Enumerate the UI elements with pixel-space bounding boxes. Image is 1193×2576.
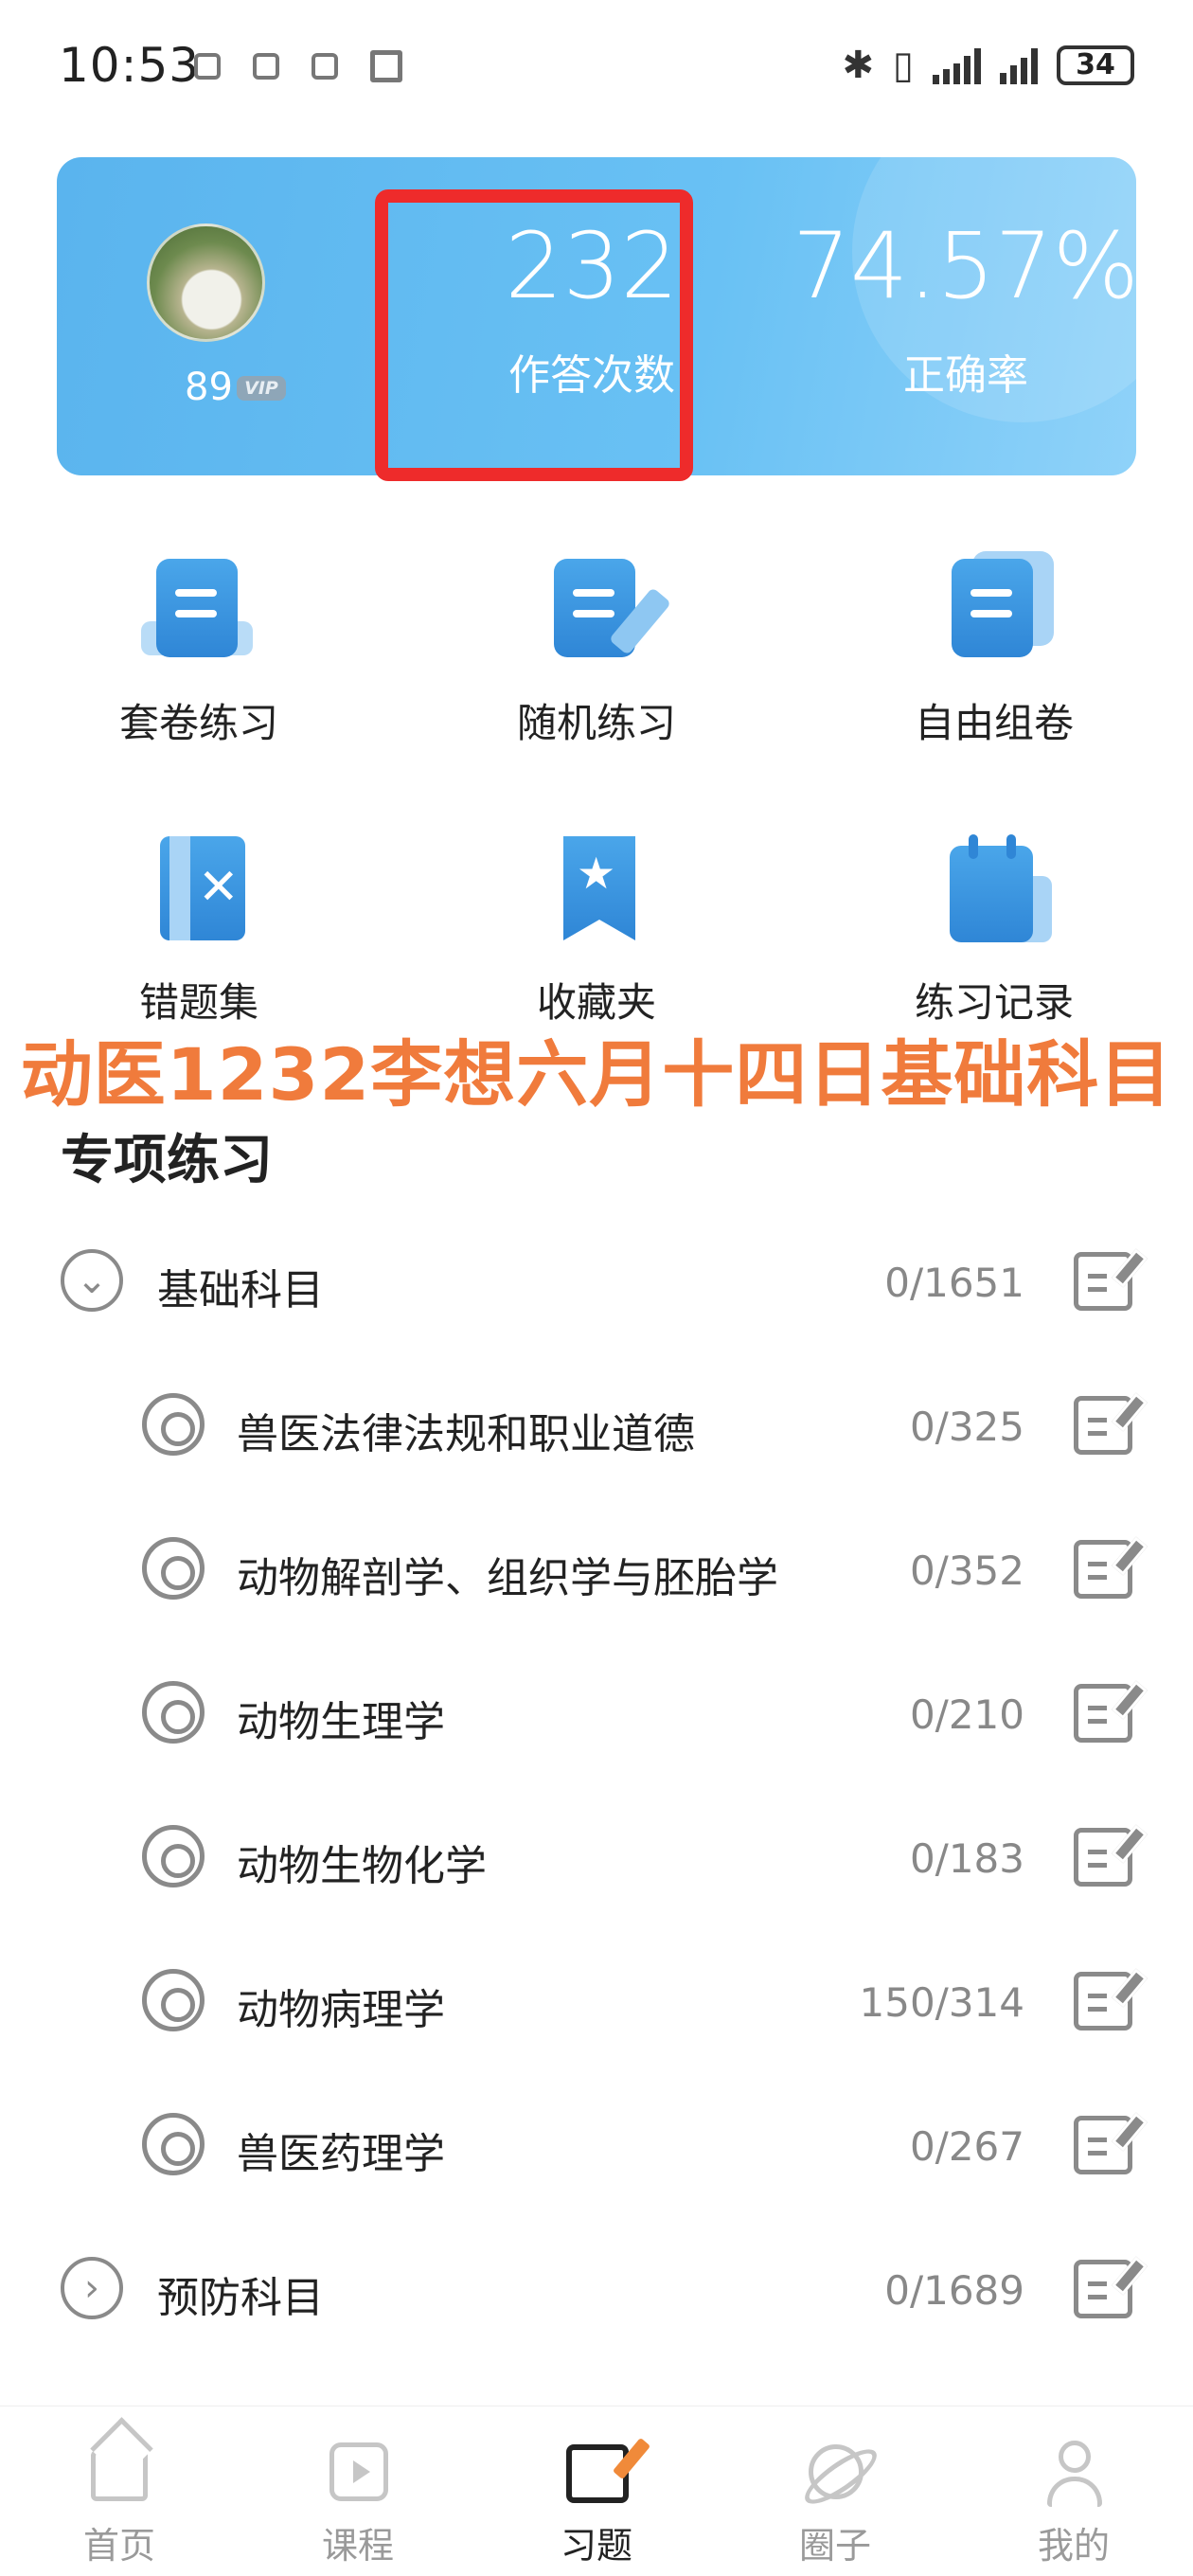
bookmark-star-icon: ★ [535,829,658,952]
vibrate-icon: ▯ [892,44,914,87]
subject-row[interactable]: 兽医药理学 0/267 [0,2072,1193,2216]
row-count: 0/325 [909,1404,1024,1450]
feature-label: 自由组卷 [914,700,1074,746]
feature-label: 随机练习 [516,700,676,746]
feature-set-practice[interactable]: 套卷练习 [57,549,341,749]
target-icon [142,2113,205,2175]
feature-favorites[interactable]: ★ 收藏夹 [454,829,739,1029]
row-label: 基础科目 [157,1266,324,1315]
accuracy-stat[interactable]: 74.57% 正确率 [776,214,1136,402]
avatar[interactable] [147,224,265,342]
status-bar: 10:53 ✱ ▯ 34 [0,0,1193,142]
feature-label: 错题集 [138,979,258,1026]
edit-icon[interactable] [1074,1972,1132,2030]
target-icon [142,1969,205,2031]
edit-icon[interactable] [1074,1540,1132,1599]
row-count: 0/210 [909,1691,1024,1738]
signal-icon [1000,46,1038,84]
row-count: 0/267 [909,2123,1024,2170]
row-label: 动物病理学 [237,1986,445,2034]
nav-courses[interactable]: 课程 [239,2406,477,2576]
nav-label: 课程 [321,2525,394,2567]
subject-row[interactable]: 动物生物化学 0/183 [0,1784,1193,1928]
stacked-doc-icon [933,549,1056,672]
subject-row[interactable]: 动物病理学 150/314 [0,1928,1193,2072]
overlay-caption: 动医1232李想六月十四日基础科目 [20,1032,1173,1117]
edit-icon[interactable] [1074,1252,1132,1311]
feature-random-practice[interactable]: 随机练习 [454,549,739,749]
wrong-book-icon: ✕ [137,829,260,952]
app-notification-icon [253,53,279,80]
row-label: 兽医法律法规和职业道德 [237,1410,695,1458]
feature-label: 练习记录 [914,979,1074,1026]
status-time: 10:53 [59,38,201,93]
battery-icon: 34 [1057,45,1134,85]
edit-icon[interactable] [1074,2116,1132,2174]
row-label: 动物生物化学 [237,1842,487,1890]
chevron-down-icon: ⌄ [61,1249,123,1312]
row-count: 0/352 [909,1547,1024,1594]
row-label: 兽医药理学 [237,2130,445,2178]
signal-icon [933,46,981,84]
nav-label: 圈子 [798,2525,871,2567]
row-count: 0/1651 [884,1260,1024,1306]
category-row-basic[interactable]: ⌄ 基础科目 0/1651 [0,1208,1193,1352]
target-icon [142,1825,205,1887]
doc-edit-icon [535,549,672,672]
bottom-nav: 首页 课程 习题 圈子 我的 [0,2406,1193,2576]
home-icon [81,2433,157,2509]
nav-label: 习题 [560,2525,632,2567]
row-label: 动物生理学 [237,1698,445,1746]
target-icon [142,1537,205,1600]
tiktok-notification-icon [312,53,338,80]
calendar-record-icon [933,829,1056,952]
app-notification-icon [194,53,221,80]
doc-icon [137,549,260,672]
row-label: 动物解剖学、组织学与胚胎学 [237,1554,778,1602]
nav-exercises[interactable]: 习题 [477,2406,716,2576]
user-icon [1036,2433,1112,2509]
feature-practice-records[interactable]: 练习记录 [852,829,1136,1029]
nav-label: 首页 [82,2525,155,2567]
category-row-prevention[interactable]: › 预防科目 0/1689 [0,2216,1193,2360]
accuracy-value: 74.57% [792,213,1136,319]
edit-icon[interactable] [1074,1684,1132,1743]
nav-label: 我的 [1037,2525,1110,2567]
target-icon [142,1393,205,1456]
nav-home[interactable]: 首页 [0,2406,239,2576]
row-count: 0/183 [909,1835,1024,1882]
course-play-icon [320,2433,396,2509]
nfc-icon [370,50,402,82]
feature-custom-paper[interactable]: 自由组卷 [852,549,1136,749]
subject-row[interactable]: 动物生理学 0/210 [0,1640,1193,1784]
edit-icon[interactable] [1074,2260,1132,2318]
section-title: 专项练习 [61,1130,273,1191]
planet-icon [797,2433,873,2509]
user-level: 89 [185,366,233,409]
feature-wrong-questions[interactable]: ✕ 错题集 [57,829,341,1029]
bluetooth-icon: ✱ [842,44,874,87]
red-highlight-box [375,189,693,481]
accuracy-label: 正确率 [903,351,1028,400]
chevron-right-icon: › [61,2257,123,2319]
notification-icons [194,50,402,82]
subject-row[interactable]: 兽医法律法规和职业道德 0/325 [0,1352,1193,1496]
exercise-edit-icon [559,2433,634,2509]
edit-icon[interactable] [1074,1396,1132,1455]
feature-label: 套卷练习 [118,700,278,746]
nav-profile[interactable]: 我的 [954,2406,1193,2576]
row-count: 150/314 [859,1979,1024,2026]
target-icon [142,1681,205,1744]
edit-icon[interactable] [1074,1828,1132,1887]
row-label: 预防科目 [157,2274,324,2322]
nav-community[interactable]: 圈子 [716,2406,954,2576]
system-icons: ✱ ▯ 34 [842,44,1134,87]
vip-badge: VIP [237,376,286,401]
subject-row[interactable]: 动物解剖学、组织学与胚胎学 0/352 [0,1496,1193,1640]
row-count: 0/1689 [884,2267,1024,2314]
feature-label: 收藏夹 [536,979,656,1026]
